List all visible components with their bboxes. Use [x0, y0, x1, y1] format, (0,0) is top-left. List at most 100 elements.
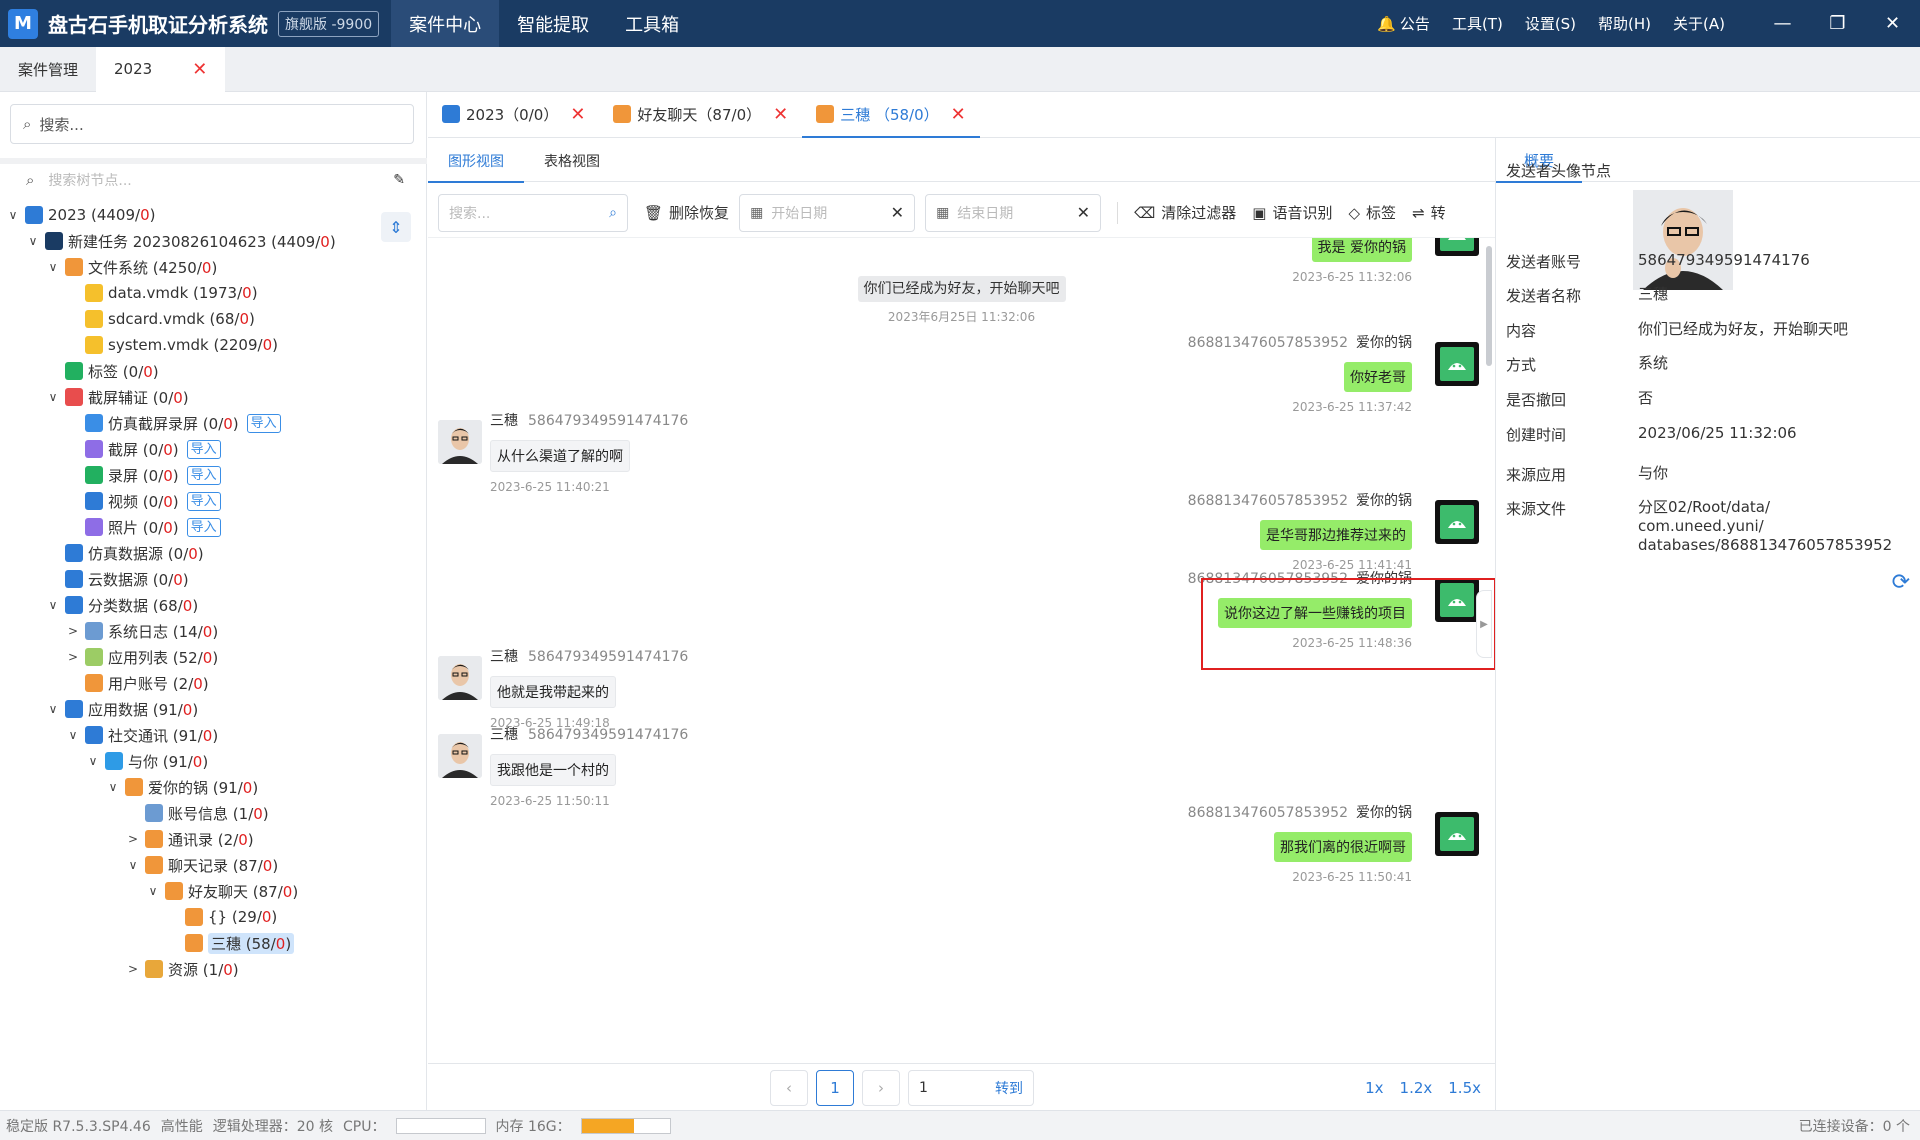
- tree-node[interactable]: ∨ 2023 (4409/0): [0, 202, 427, 228]
- tree-node[interactable]: 截屏 (0/0) 导入: [0, 436, 427, 462]
- expand-chevron-icon[interactable]: ∨: [44, 260, 62, 274]
- collapse-chevron-icon[interactable]: >: [64, 650, 82, 664]
- collapse-chevron-icon[interactable]: >: [124, 832, 142, 846]
- tree-node[interactable]: ∨ 爱你的锅 (91/0): [0, 774, 427, 800]
- tree-node[interactable]: 云数据源 (0/0): [0, 566, 427, 592]
- restore-button[interactable]: ❐: [1810, 0, 1865, 47]
- start-date-input[interactable]: ▦ 开始日期 ✕: [739, 193, 916, 232]
- outgoing-message[interactable]: 868813476057853952 爱你的锅 是华哥那边推荐过来的 2023-6-2…: [1188, 490, 1412, 572]
- import-button[interactable]: 导入: [186, 491, 221, 511]
- message-bubble[interactable]: 从什么渠道了解的啊: [490, 440, 630, 472]
- tree-node[interactable]: 录屏 (0/0) 导入: [0, 462, 427, 488]
- message-bubble[interactable]: 我是 爱你的锅: [1311, 238, 1412, 262]
- content-tab[interactable]: 好友聊天（87/0） ✕: [599, 91, 802, 137]
- close-tab-icon[interactable]: ✕: [570, 104, 585, 125]
- chat-scrollbar[interactable]: [1486, 246, 1492, 366]
- import-button[interactable]: 导入: [186, 517, 221, 537]
- tree-node[interactable]: 照片 (0/0) 导入: [0, 514, 427, 540]
- menu-case-center[interactable]: 案件中心: [391, 0, 500, 47]
- message-bubble[interactable]: 那我们离的很近啊哥: [1274, 832, 1412, 862]
- expand-chevron-icon[interactable]: ∨: [84, 754, 102, 768]
- tree-node[interactable]: 仿真数据源 (0/0): [0, 540, 427, 566]
- close-window-button[interactable]: ✕: [1865, 0, 1920, 47]
- outgoing-message[interactable]: 868813476057853952 爱你的锅 那我们离的很近啊哥 2023-6-25…: [1188, 802, 1412, 884]
- tree-node[interactable]: ∨ 好友聊天 (87/0): [0, 878, 427, 904]
- clear-filter-button[interactable]: ⌫ 清除过滤器: [1134, 202, 1236, 223]
- delete-restore-button[interactable]: 🗑 删除恢复: [644, 202, 729, 223]
- content-tab[interactable]: 2023（0/0） ✕: [428, 91, 599, 137]
- expand-chevron-icon[interactable]: ∨: [124, 858, 142, 872]
- collapse-chevron-icon[interactable]: >: [64, 624, 82, 638]
- collapse-all-button[interactable]: ⇕: [381, 212, 411, 242]
- message-bubble[interactable]: 他就是我带起来的: [490, 676, 616, 708]
- import-button[interactable]: 导入: [186, 439, 221, 459]
- incoming-message[interactable]: 三穗 586479349591474176 从什么渠道了解的啊 2023-6-25 1…: [490, 410, 688, 494]
- tree-node[interactable]: ∨ 分类数据 (68/0): [0, 592, 427, 618]
- jump-button[interactable]: 转到: [995, 1078, 1023, 1098]
- prev-page-button[interactable]: ‹: [770, 1069, 808, 1106]
- expand-chevron-icon[interactable]: ∨: [24, 234, 42, 248]
- tree-node[interactable]: ∨ 应用数据 (91/0): [0, 696, 427, 722]
- incoming-message[interactable]: 三穗 586479349591474176 我跟他是一个村的 2023-6-25 11…: [490, 724, 688, 808]
- clear-date-icon[interactable]: ✕: [891, 203, 904, 222]
- end-date-input[interactable]: ▦ 结束日期 ✕: [925, 193, 1102, 232]
- tree-node[interactable]: ∨ 聊天记录 (87/0): [0, 852, 427, 878]
- tree-node[interactable]: 仿真截屏录屏 (0/0) 导入: [0, 410, 427, 436]
- expand-chevron-icon[interactable]: ∨: [44, 390, 62, 404]
- zoom-1-2x[interactable]: 1.2x: [1400, 1079, 1433, 1097]
- tree-node[interactable]: ∨ 截屏辅证 (0/0): [0, 384, 427, 410]
- zoom-1-5x[interactable]: 1.5x: [1448, 1079, 1481, 1097]
- chat-search-input[interactable]: 搜索... ⌕: [438, 193, 628, 232]
- expand-chevron-icon[interactable]: ∨: [104, 780, 122, 794]
- notice-button[interactable]: 🔔 公告: [1377, 13, 1430, 34]
- close-tab-icon[interactable]: ✕: [192, 59, 207, 80]
- tree-node[interactable]: > 资源 (1/0): [0, 956, 427, 982]
- content-tab[interactable]: 三穗 （58/0） ✕: [802, 91, 980, 138]
- current-page-button[interactable]: 1: [816, 1069, 854, 1106]
- import-button[interactable]: 导入: [186, 465, 221, 485]
- settings-menu[interactable]: 设置(S): [1525, 13, 1576, 34]
- tree-node[interactable]: ∨ 文件系统 (4250/0): [0, 254, 427, 280]
- tree-node[interactable]: sdcard.vmdk (68/0): [0, 306, 427, 332]
- tree-node[interactable]: 三穗 (58/0): [0, 930, 427, 956]
- tree-node[interactable]: data.vmdk (1973/0): [0, 280, 427, 306]
- tab-graphic-view[interactable]: 图形视图: [428, 140, 524, 183]
- tab-table-view[interactable]: 表格视图: [524, 140, 620, 182]
- help-menu[interactable]: 帮助(H): [1598, 13, 1651, 34]
- tree-node[interactable]: ∨ 新建任务 20230826104623 (4409/0): [0, 228, 427, 254]
- clear-brush-icon[interactable]: ✎: [393, 172, 405, 188]
- tree-node[interactable]: > 系统日志 (14/0): [0, 618, 427, 644]
- collapse-chevron-icon[interactable]: >: [124, 962, 142, 976]
- incoming-message[interactable]: 三穗 586479349591474176 他就是我带起来的 2023-6-25 11…: [490, 646, 688, 730]
- tree-node[interactable]: 账号信息 (1/0): [0, 800, 427, 826]
- tree-node[interactable]: 视频 (0/0) 导入: [0, 488, 427, 514]
- tools-menu[interactable]: 工具(T): [1452, 13, 1503, 34]
- message-bubble[interactable]: 是华哥那边推荐过来的: [1260, 520, 1412, 550]
- voice-recognition-button[interactable]: ▣ 语音识别: [1252, 202, 1332, 223]
- next-page-button[interactable]: ›: [862, 1069, 900, 1106]
- close-tab-icon[interactable]: ✕: [773, 104, 788, 125]
- tab-case-management[interactable]: 案件管理: [0, 47, 96, 92]
- outgoing-message[interactable]: 868813476057853952 爱你的锅 你好老哥 2023-6-25 11:3…: [1188, 332, 1412, 414]
- minimize-button[interactable]: —: [1755, 0, 1810, 47]
- tree-node[interactable]: system.vmdk (2209/0): [0, 332, 427, 358]
- expand-chevron-icon[interactable]: ∨: [144, 884, 162, 898]
- tree-node[interactable]: > 应用列表 (52/0): [0, 644, 427, 670]
- tree-node[interactable]: ∨ 社交通讯 (91/0): [0, 722, 427, 748]
- clear-date-icon[interactable]: ✕: [1077, 203, 1090, 222]
- close-tab-icon[interactable]: ✕: [951, 104, 966, 125]
- jump-page-input[interactable]: 1 转到: [908, 1069, 1034, 1106]
- tree-node[interactable]: ∨ 与你 (91/0): [0, 748, 427, 774]
- import-button[interactable]: 导入: [246, 413, 281, 433]
- menu-smart-extract[interactable]: 智能提取: [499, 0, 607, 47]
- tree-node[interactable]: {} (29/0): [0, 904, 427, 930]
- convert-button[interactable]: ⇌ 转: [1412, 202, 1446, 223]
- tree-node[interactable]: 用户账号 (2/0): [0, 670, 427, 696]
- message-bubble[interactable]: 我跟他是一个村的: [490, 754, 616, 786]
- expand-chevron-icon[interactable]: ∨: [44, 598, 62, 612]
- tree-search-input[interactable]: ⌕ 搜索树节点... ✎: [0, 158, 427, 196]
- expand-chevron-icon[interactable]: ∨: [44, 702, 62, 716]
- case-search-input[interactable]: ⌕ 搜索...: [10, 104, 414, 144]
- message-bubble[interactable]: 你好老哥: [1344, 362, 1412, 392]
- expand-panel-handle[interactable]: ▶: [1476, 590, 1492, 658]
